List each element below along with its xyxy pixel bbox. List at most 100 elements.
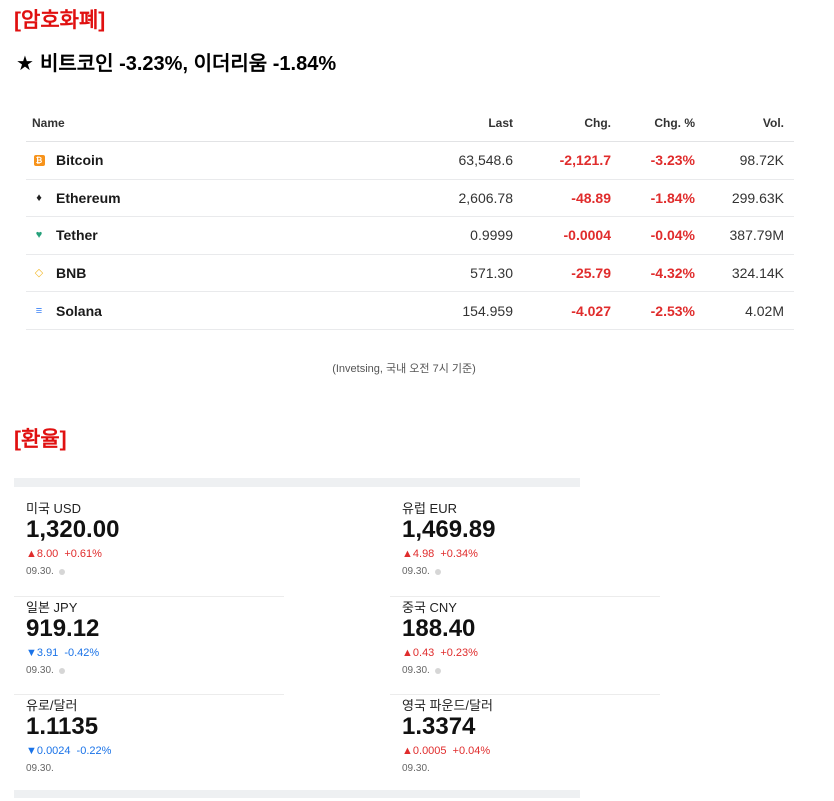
change-percent: +0.34%	[440, 548, 478, 560]
tether-icon: ♥	[35, 229, 43, 242]
currency-label[interactable]: 유럽 EUR	[402, 498, 457, 517]
table-header-row: Name Last Chg. Chg. % Vol.	[26, 104, 794, 142]
table-row[interactable]: ₿ Bitcoin 63,548.6 -2,121.7 -3.23% 98.72…	[26, 142, 794, 180]
currency-label[interactable]: 일본 JPY	[26, 597, 77, 616]
rate-date: 09.30.	[402, 566, 441, 577]
coin-name-cell[interactable]: ≡ Solana	[26, 303, 326, 319]
exchange-rate-card[interactable]: 미국 USD 1,320.00 ▲8.00 +0.61% 09.30.	[14, 498, 284, 596]
crypto-headline: ★ 비트코인 -3.23%, 이더리움 -1.84%	[16, 47, 336, 76]
change-amount: 8.00	[36, 548, 59, 560]
price-change-percent: -3.23%	[650, 152, 695, 169]
coin-name[interactable]: BNB	[56, 265, 86, 281]
source-note: (Invetsing, 국내 오전 7시 기준)	[332, 363, 476, 375]
change-percent: -0.42%	[64, 647, 100, 659]
coin-name-cell[interactable]: ◇ BNB	[26, 265, 326, 281]
price-change-percent: -2.53%	[650, 302, 695, 319]
date-text: 09.30.	[402, 566, 430, 577]
coin-name-cell[interactable]: ₿ Bitcoin	[26, 152, 326, 168]
rate-date: 09.30.	[26, 763, 54, 774]
last-price: 0.9999	[470, 227, 513, 244]
status-dot-icon	[434, 667, 441, 674]
change-amount: 3.91	[36, 647, 59, 659]
change-amount: 4.98	[412, 548, 435, 560]
last-price: 2,606.78	[458, 189, 514, 206]
price-change-percent: -0.04%	[650, 227, 695, 244]
exchange-rate-card[interactable]: 일본 JPY 919.12 ▼3.91 -0.42% 09.30.	[14, 596, 284, 695]
solana-icon: ≡	[35, 304, 43, 317]
status-dot-icon	[434, 568, 441, 575]
last-price: 63,548.6	[458, 152, 514, 169]
rate-change: ▲4.98 +0.34%	[402, 548, 478, 560]
coin-name[interactable]: Bitcoin	[56, 152, 103, 168]
exchange-rate-value: 1,320.00	[26, 516, 120, 543]
table-row[interactable]: ♦ Ethereum 2,606.78 -48.89 -1.84% 299.63…	[26, 180, 794, 218]
coin-name[interactable]: Tether	[56, 227, 98, 243]
date-text: 09.30.	[26, 763, 54, 774]
column-header-name: Name	[32, 115, 65, 130]
volume: 98.72K	[739, 152, 784, 169]
price-change: -48.89	[571, 189, 611, 206]
exchange-rate-value: 1,469.89	[402, 516, 496, 543]
currency-label[interactable]: 유로/달러	[26, 695, 77, 714]
bitcoin-icon: ₿	[32, 153, 46, 167]
volume: 387.79M	[729, 227, 784, 244]
table-row[interactable]: ◇ BNB 571.30 -25.79 -4.32% 324.14K	[26, 255, 794, 293]
last-price: 571.30	[470, 265, 513, 282]
crypto-headline-text: 비트코인 -3.23%, 이더리움 -1.84%	[39, 53, 337, 75]
currency-label[interactable]: 영국 파운드/달러	[402, 695, 493, 714]
exchange-rate-value: 919.12	[26, 615, 100, 642]
rate-change: ▼0.0024 -0.22%	[26, 745, 111, 757]
volume: 324.14K	[731, 265, 784, 282]
rate-change: ▲0.43 +0.23%	[402, 647, 478, 659]
exchange-rate-card[interactable]: 유로/달러 1.1135 ▼0.0024 -0.22% 09.30.	[14, 694, 284, 793]
arrow-down-icon: ▼	[26, 647, 37, 659]
rate-change: ▼3.91 -0.42%	[26, 647, 99, 659]
change-amount: 0.43	[412, 647, 435, 659]
change-percent: +0.23%	[440, 647, 478, 659]
table-row[interactable]: ♥ Tether 0.9999 -0.0004 -0.04% 387.79M	[26, 217, 794, 255]
status-dot-icon	[58, 667, 65, 674]
ethereum-icon: ♦	[36, 191, 42, 204]
exchange-rate-value: 1.3374	[402, 713, 476, 740]
price-change: -0.0004	[563, 227, 611, 244]
column-header-chg: Chg.	[584, 115, 611, 130]
rate-date: 09.30.	[402, 763, 430, 774]
star-icon: ★	[16, 53, 34, 75]
coin-name[interactable]: Solana	[56, 303, 102, 319]
exchange-rate-value: 188.40	[402, 615, 476, 642]
column-header-last: Last	[488, 115, 513, 130]
price-change: -2,121.7	[559, 152, 611, 169]
currency-label[interactable]: 중국 CNY	[402, 597, 457, 616]
coin-name-cell[interactable]: ♥ Tether	[26, 227, 326, 243]
date-text: 09.30.	[26, 665, 54, 676]
arrow-up-icon: ▲	[26, 548, 37, 560]
coin-name-cell[interactable]: ♦ Ethereum	[26, 190, 326, 206]
table-row[interactable]: ≡ Solana 154.959 -4.027 -2.53% 4.02M	[26, 292, 794, 330]
date-text: 09.30.	[26, 566, 54, 577]
exchange-rate-card[interactable]: 유럽 EUR 1,469.89 ▲4.98 +0.34% 09.30.	[390, 498, 660, 596]
coin-name[interactable]: Ethereum	[56, 190, 121, 206]
crypto-section-title: [암호화폐]	[14, 9, 106, 32]
arrow-down-icon: ▼	[26, 745, 37, 757]
change-amount: 0.0024	[36, 745, 71, 757]
arrow-up-icon: ▲	[402, 548, 413, 560]
price-change: -4.027	[571, 302, 611, 319]
rate-change: ▲8.00 +0.61%	[26, 548, 102, 560]
exchange-rate-card[interactable]: 중국 CNY 188.40 ▲0.43 +0.23% 09.30.	[390, 596, 660, 695]
rate-date: 09.30.	[402, 665, 441, 676]
arrow-up-icon: ▲	[402, 647, 413, 659]
change-percent: +0.04%	[452, 745, 491, 757]
fx-section-title: [환율]	[14, 428, 67, 451]
panel-top-band	[14, 478, 580, 487]
change-amount: 0.0005	[412, 745, 447, 757]
last-price: 154.959	[462, 302, 513, 319]
currency-label[interactable]: 미국 USD	[26, 498, 81, 517]
exchange-rate-card[interactable]: 영국 파운드/달러 1.3374 ▲0.0005 +0.04% 09.30.	[390, 694, 660, 793]
arrow-up-icon: ▲	[402, 745, 413, 757]
status-dot-icon	[58, 568, 65, 575]
price-change-percent: -1.84%	[650, 189, 695, 206]
date-text: 09.30.	[402, 763, 430, 774]
change-percent: -0.22%	[76, 745, 112, 757]
exchange-rate-value: 1.1135	[26, 713, 99, 740]
price-change-percent: -4.32%	[650, 265, 695, 282]
